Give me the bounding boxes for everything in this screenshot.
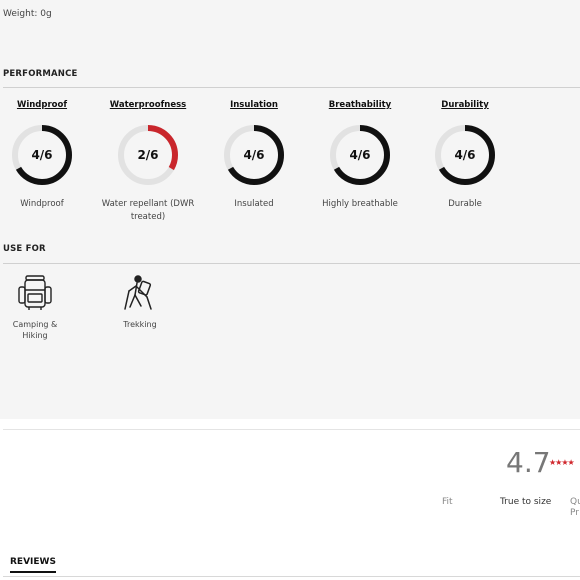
performance-divider: [3, 87, 580, 88]
perf-score: 4/6: [349, 148, 371, 162]
rating-stars: ★★★★: [549, 458, 575, 467]
product-details-panel: Weight: 0g PERFORMANCE Windproof 4/6 Win…: [0, 0, 580, 419]
backpack-icon: [15, 273, 55, 313]
fit-label: Fit: [442, 497, 453, 507]
tabs-divider: [3, 576, 580, 577]
perf-description: Water repellant (DWR treated): [101, 199, 195, 222]
weight-text: Weight: 0g: [3, 9, 52, 19]
perf-description: Highly breathable: [322, 199, 398, 209]
quality-label: Qu Pr: [570, 497, 580, 518]
perf-name-link[interactable]: Windproof: [0, 100, 95, 110]
perf-score: 4/6: [243, 148, 265, 162]
perf-gauge: 4/6: [432, 122, 498, 188]
rating-value: 4.7: [506, 446, 551, 479]
trekker-icon: [120, 273, 160, 313]
use-label: Camping & Hiking: [12, 320, 58, 340]
perf-description: Windproof: [20, 199, 64, 209]
use-item-trekking: Trekking: [105, 273, 175, 330]
perf-score: 4/6: [454, 148, 476, 162]
perf-name-link[interactable]: Waterproofness: [95, 100, 201, 110]
perf-item-waterproofness: Waterproofness 2/6 Water repellant (DWR …: [95, 100, 201, 224]
perf-name-link[interactable]: Durability: [412, 100, 518, 110]
perf-gauge: 4/6: [221, 122, 287, 188]
perf-description: Insulated: [234, 199, 274, 209]
perf-score: 4/6: [31, 148, 53, 162]
perf-gauge: 4/6: [327, 122, 393, 188]
fit-value: True to size: [500, 497, 552, 507]
perf-item-durability: Durability 4/6 Durable: [412, 100, 518, 211]
perf-name-link[interactable]: Insulation: [201, 100, 307, 110]
use-for-divider: [3, 263, 580, 264]
use-label: Trekking: [123, 320, 157, 329]
perf-gauge: 2/6: [115, 122, 181, 188]
performance-title: PERFORMANCE: [3, 69, 78, 79]
perf-item-windproof: Windproof 4/6 Windproof: [0, 100, 95, 211]
perf-name-link[interactable]: Breathability: [307, 100, 413, 110]
perf-score: 2/6: [137, 148, 159, 162]
perf-item-breathability: Breathability 4/6 Highly breathable: [307, 100, 413, 211]
use-for-title: USE FOR: [3, 244, 46, 254]
tab-reviews[interactable]: REVIEWS: [10, 557, 56, 573]
perf-gauge: 4/6: [9, 122, 75, 188]
section-divider: [3, 429, 580, 430]
use-item-camping-hiking: Camping & Hiking: [0, 273, 70, 341]
perf-item-insulation: Insulation 4/6 Insulated: [201, 100, 307, 211]
perf-description: Durable: [448, 199, 482, 209]
